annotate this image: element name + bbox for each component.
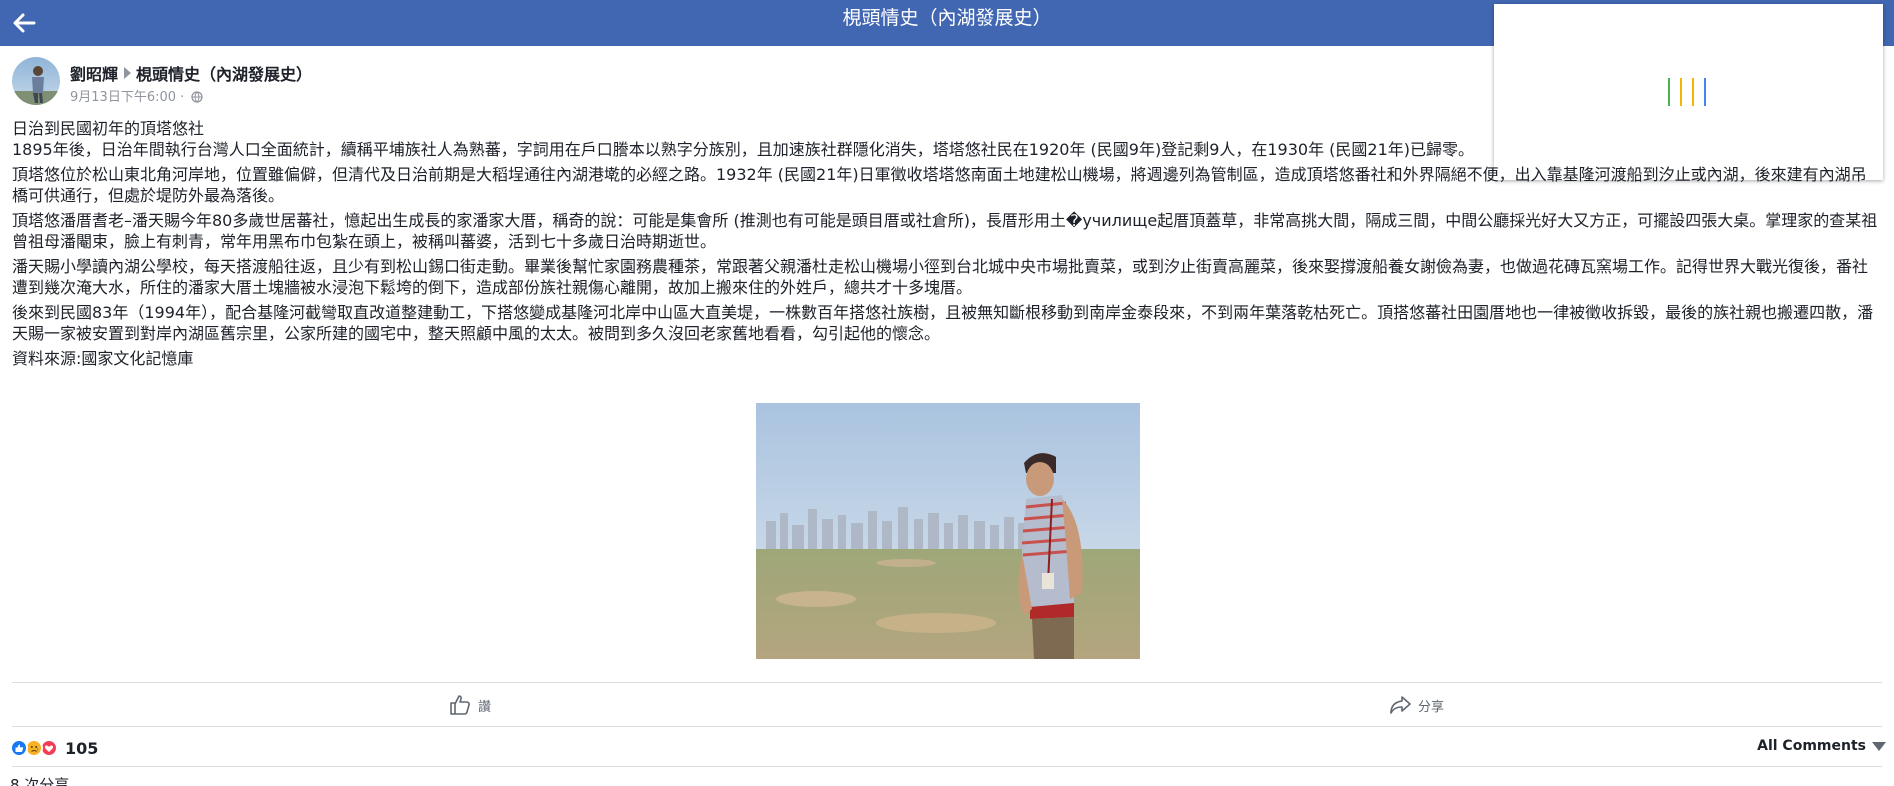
reactions-summary[interactable]: 105 (10, 738, 98, 758)
divider (12, 682, 1882, 683)
author-line: 劉昭輝 梘頭情史（內湖發展史） (70, 61, 312, 85)
author-name[interactable]: 劉昭輝 (70, 65, 118, 84)
post-paragraph: 後來到民國83年（1994年），配合基隆河截彎取直改道整建動工，下搭悠變成基隆河… (12, 303, 1874, 343)
post-meta: 9月13日下午6:00 · (70, 86, 204, 107)
like-reaction-icon (10, 739, 28, 757)
share-arrow-icon (1390, 696, 1411, 714)
globe-icon (191, 91, 204, 107)
like-button[interactable]: 讚 (448, 692, 491, 718)
post-header: 劉昭輝 梘頭情史（內湖發展史） 9月13日下午6:00 · (12, 57, 612, 107)
reaction-count: 105 (65, 738, 99, 758)
divider (12, 726, 1882, 727)
post-paragraph: 頂塔悠位於松山東北角河岸地，位置雖偏僻，但清代及日治前期是大稻埕通往內湖港墘的必… (12, 165, 1867, 205)
post-paragraph: 日治到民國初年的頂塔悠社 (12, 119, 205, 138)
post-text: 日治到民國初年的頂塔悠社 1895年後，日治年間執行台灣人口全面統計，續稱平埔族… (12, 118, 1882, 373)
thumbs-up-icon (450, 695, 470, 715)
triangle-right-icon (124, 67, 132, 79)
meta-separator: · (180, 90, 185, 105)
post-paragraph: 1895年後，日治年間執行台灣人口全面統計，續稱平埔族社人為熟蕃，字詞用在戶口謄… (12, 140, 1475, 159)
post-timestamp[interactable]: 9月13日下午6:00 (70, 90, 176, 105)
post-paragraph: 潘天賜小學讀內湖公學校，每天搭渡船往返，且少有到松山錫口街走動。畢業後幫忙家園務… (12, 257, 1869, 297)
share-button[interactable]: 分享 (1388, 692, 1444, 718)
avatar[interactable] (12, 57, 60, 105)
comment-filter-label: All Comments (1757, 738, 1866, 754)
group-name[interactable]: 梘頭情史（內湖發展史） (136, 65, 312, 84)
loading-spinner-icon (1666, 76, 1712, 108)
post-paragraph: 頂塔悠潘厝耆老–潘天賜今年80多歲世居蕃社，憶起出生成長的家潘家大厝，稱奇的說：… (12, 211, 1878, 251)
post-photo[interactable] (756, 403, 1140, 659)
all-comments-dropdown[interactable]: All Comments (1757, 738, 1886, 754)
post-paragraph: 資料來源:國家文化記憶庫 (12, 349, 194, 368)
share-count[interactable]: 8 次分享 (10, 774, 69, 786)
caret-down-icon (1872, 741, 1886, 751)
share-label: 分享 (1418, 699, 1445, 715)
like-label: 讚 (478, 699, 492, 715)
divider (12, 766, 1882, 767)
